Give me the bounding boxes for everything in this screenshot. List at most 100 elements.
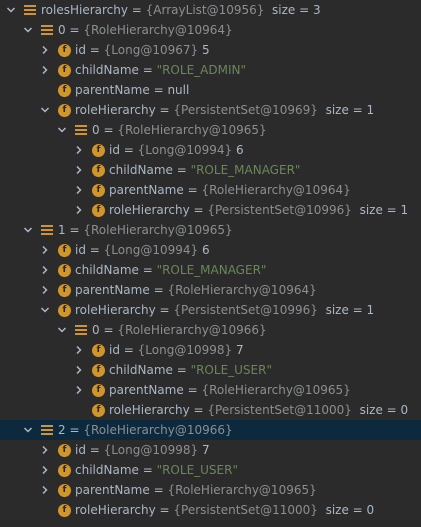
tree-row[interactable]: 2 = {RoleHierarchy@10966}	[0, 420, 421, 440]
chevron-right-icon[interactable]	[74, 204, 84, 216]
field-f-icon: f	[58, 43, 71, 57]
equals-sign: =	[155, 103, 174, 117]
tree-row[interactable]: f id = {Long@10998} 7	[0, 340, 421, 360]
chevron-right-icon[interactable]	[40, 264, 50, 276]
list-lines-icon	[24, 4, 36, 16]
tree-row[interactable]: f childName = "ROLE_USER"	[0, 460, 421, 480]
chevron-right-icon[interactable]	[40, 444, 50, 456]
equals-sign: =	[155, 503, 174, 517]
equals-sign: =	[65, 223, 84, 237]
tree-row[interactable]: 0 = {RoleHierarchy@10965}	[0, 120, 421, 140]
field-f-icon: f	[58, 483, 71, 497]
equals-sign: =	[99, 123, 118, 137]
tree-row[interactable]: f childName = "ROLE_MANAGER"	[0, 160, 421, 180]
chevron-right-icon[interactable]	[40, 484, 50, 496]
chevron-down-icon[interactable]	[57, 324, 67, 336]
tree-row[interactable]: 0 = {RoleHierarchy@10964}	[0, 20, 421, 40]
chevron-right-icon[interactable]	[74, 144, 84, 156]
collection-size: size = 1	[317, 103, 375, 117]
chevron-right-icon[interactable]	[74, 184, 84, 196]
chevron-down-icon[interactable]	[40, 104, 50, 116]
tree-row[interactable]: f id = {Long@10994} 6	[0, 140, 421, 160]
equals-sign: =	[127, 3, 146, 17]
tree-row[interactable]: f parentName = null	[0, 80, 421, 100]
chevron-down-icon[interactable]	[6, 4, 16, 16]
tree-row[interactable]: f id = {Long@10998} 7	[0, 440, 421, 460]
field-f-icon: f	[92, 183, 105, 197]
field-f-icon: f	[92, 163, 105, 177]
variable-value: {RoleHierarchy@10965}	[201, 383, 351, 397]
variable-value: {Long@10998} 7	[137, 343, 244, 357]
tree-row[interactable]: 0 = {RoleHierarchy@10966}	[0, 320, 421, 340]
variable-value: {PersistentSet@11000}	[207, 403, 352, 417]
field-f-icon: f	[58, 83, 71, 97]
debugger-variables-tree: rolesHierarchy = {ArrayList@10956} size …	[0, 0, 421, 527]
variable-name: 0	[92, 323, 100, 337]
variable-value: {RoleHierarchy@10964}	[83, 23, 233, 37]
tree-row[interactable]: f id = {Long@10994} 6	[0, 240, 421, 260]
equals-sign: =	[119, 343, 138, 357]
tree-row[interactable]: f childName = "ROLE_ADMIN"	[0, 60, 421, 80]
equals-sign: =	[172, 363, 191, 377]
chevron-right-icon[interactable]	[74, 384, 84, 396]
chevron-right-icon[interactable]	[40, 244, 50, 256]
tree-row[interactable]: f roleHierarchy = {PersistentSet@11000} s…	[0, 400, 421, 420]
chevron-right-icon[interactable]	[40, 284, 50, 296]
tree-row[interactable]: 1 = {RoleHierarchy@10965}	[0, 220, 421, 240]
variable-value: {PersistentSet@11000}	[173, 503, 318, 517]
list-lines-icon	[41, 224, 53, 236]
field-f-icon: f	[58, 243, 71, 257]
equals-sign: =	[149, 83, 168, 97]
tree-row[interactable]: f parentName = {RoleHierarchy@10964}	[0, 280, 421, 300]
variable-value: "ROLE_MANAGER"	[190, 163, 301, 177]
tree-row[interactable]: f childName = "ROLE_MANAGER"	[0, 260, 421, 280]
variable-name: id	[109, 343, 120, 357]
variable-name: id	[109, 143, 120, 157]
tree-row[interactable]: f parentName = {RoleHierarchy@10965}	[0, 480, 421, 500]
equals-sign: =	[85, 243, 104, 257]
variable-value: {RoleHierarchy@10965}	[83, 223, 233, 237]
chevron-right-icon[interactable]	[74, 164, 84, 176]
field-f-icon: f	[92, 383, 105, 397]
field-f-icon: f	[58, 303, 71, 317]
variable-value: {ArrayList@10956}	[145, 3, 265, 17]
equals-sign: =	[183, 383, 202, 397]
variable-value: {PersistentSet@10996}	[207, 203, 352, 217]
chevron-right-icon[interactable]	[74, 364, 84, 376]
chevron-down-icon[interactable]	[40, 304, 50, 316]
tree-row[interactable]: f roleHierarchy = {PersistentSet@11000} s…	[0, 500, 421, 520]
chevron-down-icon[interactable]	[23, 24, 33, 36]
collection-size: size = 1	[317, 303, 375, 317]
equals-sign: =	[65, 423, 84, 437]
tree-row[interactable]: f roleHierarchy = {PersistentSet@10969} s…	[0, 100, 421, 120]
chevron-down-icon[interactable]	[23, 224, 33, 236]
field-f-icon: f	[58, 463, 71, 477]
tree-row[interactable]: rolesHierarchy = {ArrayList@10956} size …	[0, 0, 421, 20]
field-f-icon: f	[92, 403, 105, 417]
equals-sign: =	[138, 263, 157, 277]
equals-sign: =	[189, 403, 208, 417]
variable-value: "ROLE_MANAGER"	[156, 263, 267, 277]
tree-row[interactable]: f childName = "ROLE_USER"	[0, 360, 421, 380]
equals-sign: =	[155, 303, 174, 317]
variable-name: roleHierarchy	[109, 203, 190, 217]
tree-row[interactable]: f id = {Long@10967} 5	[0, 40, 421, 60]
tree-row[interactable]: f roleHierarchy = {PersistentSet@10996} s…	[0, 300, 421, 320]
variable-value: {RoleHierarchy@10965}	[167, 483, 317, 497]
chevron-right-icon[interactable]	[40, 44, 50, 56]
equals-sign: =	[172, 163, 191, 177]
tree-row[interactable]: f parentName = {RoleHierarchy@10965}	[0, 380, 421, 400]
chevron-right-icon[interactable]	[40, 64, 50, 76]
variable-name: id	[75, 443, 86, 457]
chevron-down-icon[interactable]	[23, 424, 33, 436]
field-f-icon: f	[92, 343, 105, 357]
equals-sign: =	[149, 283, 168, 297]
chevron-down-icon[interactable]	[57, 124, 67, 136]
collection-size: size = 3	[264, 3, 321, 17]
tree-row[interactable]: f roleHierarchy = {PersistentSet@10996} s…	[0, 200, 421, 220]
variable-value: "ROLE_USER"	[156, 463, 238, 477]
chevron-right-icon[interactable]	[74, 344, 84, 356]
tree-row[interactable]: f parentName = {RoleHierarchy@10964}	[0, 180, 421, 200]
variable-value: "ROLE_ADMIN"	[156, 63, 246, 77]
chevron-right-icon[interactable]	[40, 464, 50, 476]
